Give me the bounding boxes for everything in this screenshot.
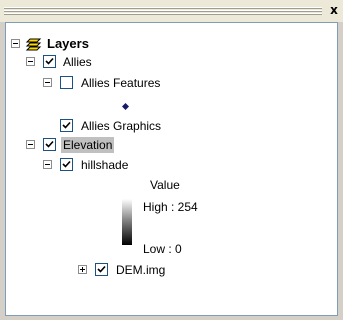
tree-node-allies-graphics[interactable]: Allies Graphics xyxy=(60,118,320,134)
collapse-allies-toggle[interactable] xyxy=(26,57,35,66)
layers-icon xyxy=(25,36,43,52)
hillshade-checkbox[interactable] xyxy=(60,158,73,171)
tree-node-elevation[interactable]: Elevation xyxy=(26,137,326,153)
elevation-checkbox[interactable] xyxy=(43,138,56,151)
point-symbol-icon xyxy=(122,99,129,110)
tree-node-allies[interactable]: Allies xyxy=(26,54,326,70)
collapse-elevation-toggle[interactable] xyxy=(26,140,35,149)
collapse-layers-toggle[interactable] xyxy=(11,39,20,48)
dem-img-label: DEM.img xyxy=(116,263,166,277)
dem-img-checkbox[interactable] xyxy=(95,263,108,276)
legend-value-heading: Value xyxy=(150,178,180,192)
hillshade-label: hillshade xyxy=(81,158,129,172)
allies-graphics-checkbox[interactable] xyxy=(60,119,73,132)
allies-features-checkbox[interactable] xyxy=(60,76,73,89)
legend-high-label: High : 254 xyxy=(143,200,198,214)
allies-features-label: Allies Features xyxy=(81,76,161,90)
tree-node-dem-img[interactable]: DEM.img xyxy=(78,262,318,278)
elevation-label: Elevation xyxy=(61,137,115,153)
allies-checkbox[interactable] xyxy=(43,55,56,68)
table-of-contents-pane: Layers Allies Allies Features Allies Gra… xyxy=(5,22,338,316)
collapse-hillshade-toggle[interactable] xyxy=(43,160,52,169)
layers-root-label: Layers xyxy=(47,36,89,51)
tree-node-allies-features[interactable]: Allies Features xyxy=(43,75,323,91)
collapse-allies-features-toggle[interactable] xyxy=(43,78,52,87)
titlebar-grip[interactable] xyxy=(4,7,322,16)
toc-window-titlebar[interactable]: x xyxy=(0,0,343,22)
close-icon[interactable]: x xyxy=(327,2,341,18)
tree-node-hillshade[interactable]: hillshade xyxy=(43,157,323,173)
legend-low-label: Low : 0 xyxy=(143,242,182,256)
tree-node-layers[interactable]: Layers xyxy=(11,36,331,52)
grayscale-color-ramp xyxy=(122,199,132,245)
allies-graphics-label: Allies Graphics xyxy=(81,119,162,133)
expand-dem-img-toggle[interactable] xyxy=(78,265,87,274)
allies-label: Allies xyxy=(63,55,92,69)
